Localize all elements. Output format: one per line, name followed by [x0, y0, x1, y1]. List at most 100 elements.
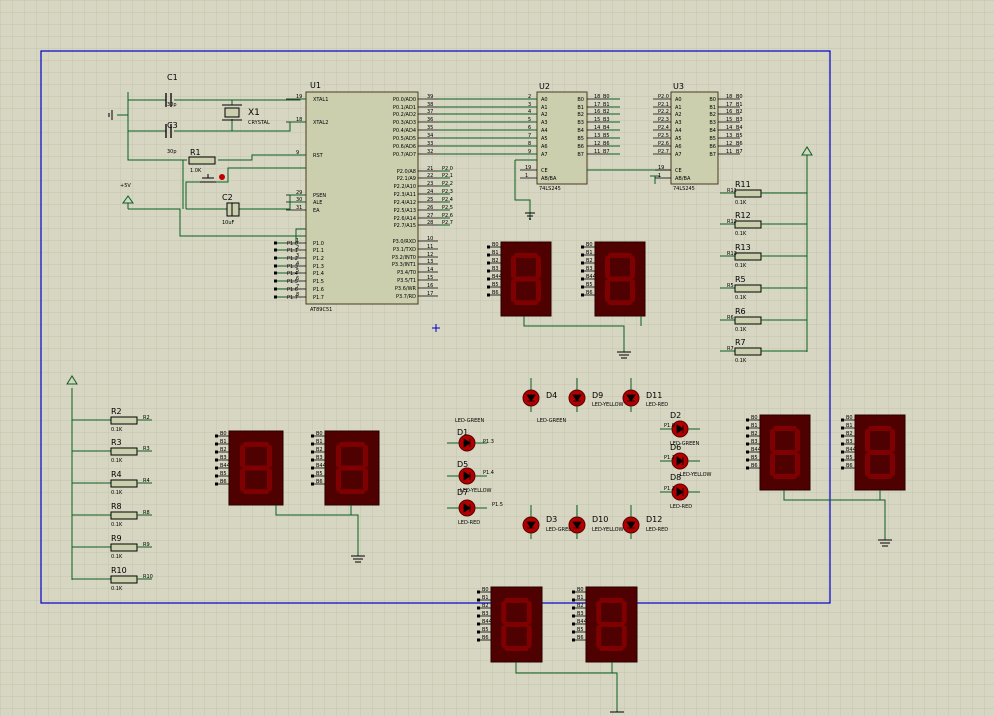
resistor-ref: R2	[111, 407, 122, 416]
segment-pin-label: B2	[846, 431, 853, 437]
svg-text:17: 17	[594, 102, 600, 108]
resistor-value: 0.1K	[735, 295, 747, 301]
segment-pin-label: B3	[846, 439, 853, 445]
segment-pin-label: B1	[577, 595, 584, 601]
svg-text:R5: R5	[727, 283, 734, 289]
svg-text:P2.6: P2.6	[442, 213, 453, 219]
resistor-ref: R4	[111, 470, 122, 479]
segment-pin-label: B3	[482, 611, 489, 617]
resistor-ref: R9	[111, 534, 122, 543]
svg-text:B6: B6	[709, 144, 716, 150]
svg-text:15: 15	[594, 117, 600, 123]
svg-text:9: 9	[528, 149, 531, 155]
svg-text:B0: B0	[577, 97, 584, 103]
u1-pin-name: RST	[313, 153, 324, 159]
segment-pin-label: B6	[220, 479, 227, 485]
svg-text:P2.4: P2.4	[658, 125, 669, 131]
svg-text:R8: R8	[143, 510, 150, 516]
svg-text:18: 18	[594, 94, 600, 100]
svg-text:12: 12	[726, 141, 732, 147]
resistor-ref: R5	[735, 275, 746, 284]
svg-text:19: 19	[658, 165, 664, 171]
u1-pin-number: 14	[427, 267, 433, 273]
u1-pin-name: PSEN	[313, 193, 326, 199]
svg-text:1: 1	[525, 173, 528, 179]
segment-pin-label: B5	[846, 455, 853, 461]
u1-pin-name: P0.6/AD6	[393, 144, 416, 150]
u1-pin-name: P0.0/AD0	[393, 97, 416, 103]
resistor-ref: R6	[735, 307, 746, 316]
svg-text:CE: CE	[675, 168, 682, 174]
u1-pin-number: 38	[427, 102, 433, 108]
u1-pin-number: 33	[427, 141, 433, 147]
svg-text:R4: R4	[143, 478, 150, 484]
led-type: LED-RED	[458, 520, 480, 526]
svg-text:A5: A5	[675, 136, 682, 142]
led-type: LED-YELLOW	[680, 472, 712, 478]
led-ref: D6	[670, 443, 681, 452]
u1-pin-number: 21	[427, 166, 433, 172]
segment-pin-label: B1	[220, 439, 227, 445]
u1-pin-name: P0.4/AD4	[393, 128, 416, 134]
u2-ref: U2	[539, 82, 550, 91]
u1-pin-name: P1.7	[313, 295, 324, 301]
resistor-ref: R13	[735, 243, 751, 252]
u1-pin-name: P3.4/T0	[397, 270, 416, 276]
svg-text:P2.7: P2.7	[658, 149, 669, 155]
segment-pin-label: B5	[577, 627, 584, 633]
u1-pin-number: 12	[427, 252, 433, 258]
led-ref: D2	[670, 411, 681, 420]
svg-text:11: 11	[594, 149, 600, 155]
svg-text:7: 7	[528, 133, 531, 139]
svg-text:R13: R13	[727, 251, 737, 257]
svg-text:B7: B7	[577, 152, 584, 158]
segment-pin-label: B2	[586, 258, 593, 264]
svg-text:R9: R9	[143, 542, 150, 548]
segment-pin-label: B5	[492, 282, 499, 288]
svg-text:13: 13	[726, 133, 732, 139]
schematic-canvas[interactable]: U1 AT89C51 19 XTAL118 XTAL29 RST29 PSEN30 ALE…	[0, 0, 994, 716]
svg-text:A2: A2	[541, 112, 548, 118]
svg-text:B0: B0	[709, 97, 716, 103]
u1-pin-name: P2.6/A14	[394, 216, 416, 222]
led-type: LED-RED	[646, 402, 668, 408]
u1-pin-name: P0.1/AD1	[393, 105, 416, 111]
led-net: P1.0	[664, 423, 675, 429]
svg-text:P2.2: P2.2	[658, 109, 669, 115]
resistor-value: 0.1K	[111, 586, 123, 592]
segment-pin-label: B1	[586, 250, 593, 256]
svg-text:16: 16	[726, 109, 732, 115]
svg-text:30p: 30p	[167, 149, 177, 155]
u1-ref: U1	[310, 81, 321, 90]
u1-pin-name: EA	[313, 208, 320, 214]
segment-pin-label: B44	[492, 274, 502, 280]
segment-pin-label: B3	[316, 455, 323, 461]
svg-text:P2.5: P2.5	[442, 205, 453, 211]
led-ref: D12	[646, 515, 662, 524]
resistor-ref: R11	[735, 180, 751, 189]
svg-text:B4: B4	[577, 128, 584, 134]
led-ref: D1	[457, 428, 468, 437]
resistor-value: 0.1K	[735, 263, 747, 269]
svg-text:18: 18	[726, 94, 732, 100]
segment-pin-label: B5	[586, 282, 593, 288]
led-net: P1.4	[483, 470, 494, 476]
segment-pin-label: B0	[751, 415, 758, 421]
svg-text:B5: B5	[709, 136, 716, 142]
segment-pin-label: B6	[586, 290, 593, 296]
segment-pin-label: B44	[751, 447, 761, 453]
svg-text:15: 15	[726, 117, 732, 123]
u1-pin-name: P3.7/RD	[396, 294, 416, 300]
u1-pin-number: 15	[427, 275, 433, 281]
resistor-value: 0.1K	[111, 554, 123, 560]
svg-text:A6: A6	[541, 144, 548, 150]
svg-text:A6: A6	[675, 144, 682, 150]
led-type: LED-RED	[646, 527, 668, 533]
svg-text:B0: B0	[736, 94, 743, 100]
resistor-value: 0.1K	[735, 358, 747, 364]
svg-text:B7: B7	[736, 149, 743, 155]
svg-text:B3: B3	[736, 117, 743, 123]
u1-pin-name: P2.2/A10	[394, 184, 416, 190]
u1-pin-name: P3.1/TXD	[393, 247, 416, 253]
segment-pin-label: B6	[751, 463, 758, 469]
